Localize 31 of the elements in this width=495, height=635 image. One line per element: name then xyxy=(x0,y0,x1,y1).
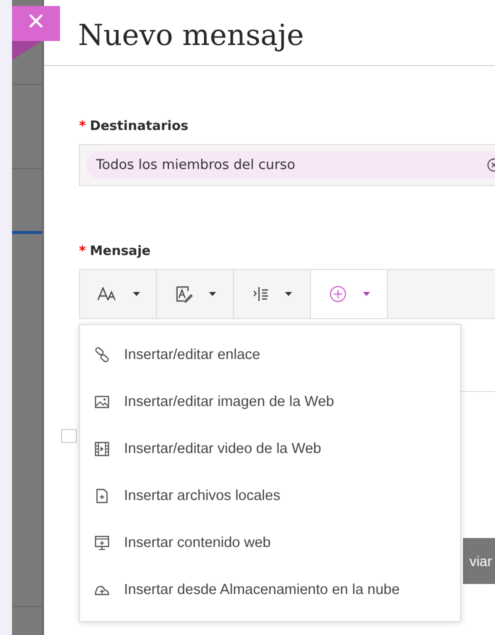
checkbox[interactable] xyxy=(61,429,77,443)
caret-icon xyxy=(132,292,140,296)
menu-item[interactable]: Insertar desde Almacenamiento en la nube xyxy=(80,566,460,613)
required-mark: * xyxy=(79,119,86,134)
plus-icon xyxy=(328,285,346,303)
menu-item[interactable]: Insertar/editar enlace xyxy=(80,331,460,378)
recipient-chip[interactable]: Todos los miembros del curso xyxy=(86,151,495,179)
caret-icon xyxy=(362,292,370,296)
menu-item[interactable]: Insertar/editar imagen de la Web xyxy=(80,378,460,425)
required-mark: * xyxy=(79,244,86,259)
menu-item[interactable]: Insertar archivos locales xyxy=(80,472,460,519)
close-icon xyxy=(29,14,43,28)
dialog-title: Nuevo mensaje xyxy=(77,17,305,54)
image-icon xyxy=(94,394,110,410)
caret-icon xyxy=(208,292,216,296)
caret-icon xyxy=(284,292,292,296)
field-label: Mensaje xyxy=(90,244,151,259)
send-button[interactable]: viar xyxy=(463,538,495,584)
monitor-icon xyxy=(94,534,110,550)
recipients-field[interactable]: Todos los miembros del curso xyxy=(79,144,495,186)
menu-item[interactable]: Insertar contenido web xyxy=(80,519,460,566)
indent-icon xyxy=(252,286,268,302)
font-size-icon xyxy=(96,287,116,301)
field-label: Destinatarios xyxy=(90,119,188,134)
close-button[interactable] xyxy=(12,6,60,41)
video-icon xyxy=(94,440,110,456)
menu-item[interactable]: Insertar/editar video de la Web xyxy=(80,425,460,472)
ribbon-fold xyxy=(12,41,42,60)
text-style-icon xyxy=(174,285,192,303)
file-icon xyxy=(94,488,110,504)
link-icon xyxy=(94,346,110,362)
